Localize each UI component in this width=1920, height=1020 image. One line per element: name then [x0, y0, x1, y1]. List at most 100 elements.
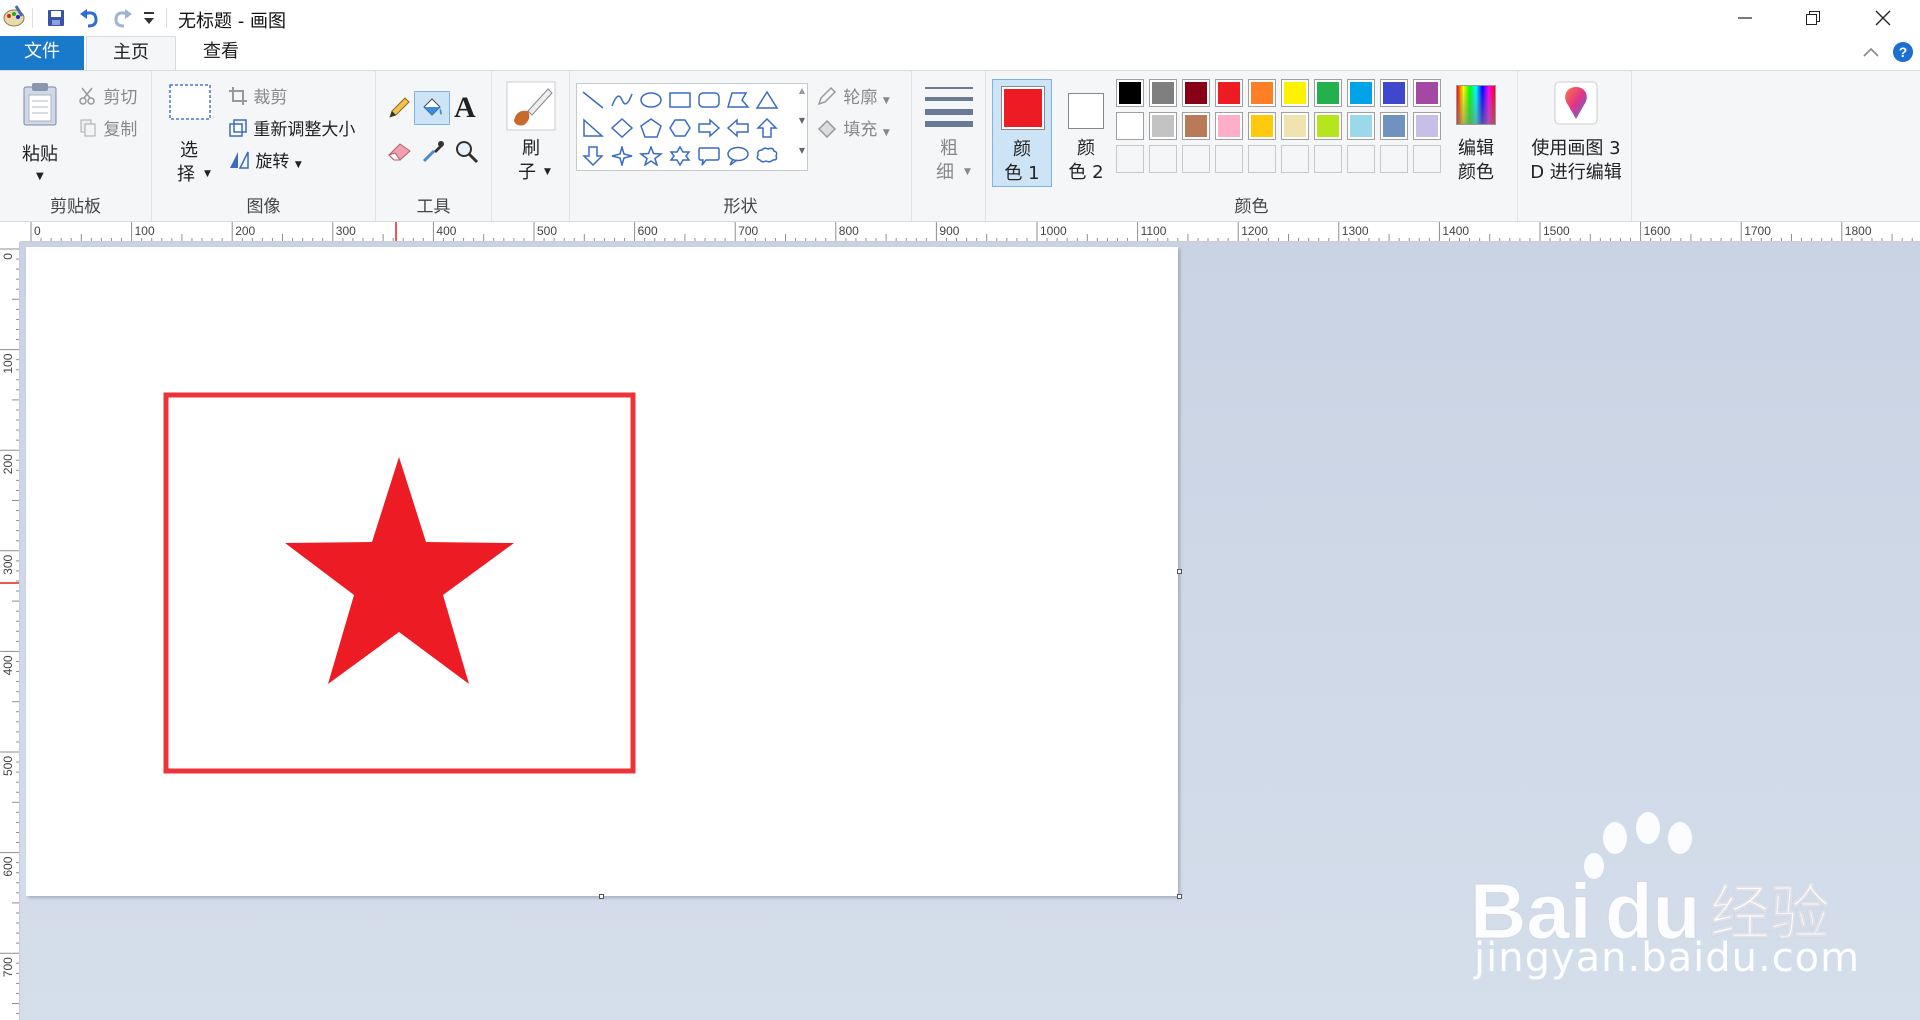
paste-button[interactable]: 粘贴 ▼ — [10, 79, 70, 189]
help-icon[interactable]: ? — [1892, 41, 1914, 68]
minimize-button[interactable] — [1710, 0, 1780, 36]
palette-swatch[interactable] — [1413, 79, 1441, 107]
eraser-icon[interactable] — [386, 139, 414, 168]
palette-swatch[interactable] — [1281, 145, 1309, 173]
color-1-button[interactable]: 颜 色 1 — [992, 79, 1052, 187]
palette-swatch[interactable] — [1248, 79, 1276, 107]
palette-swatch[interactable] — [1380, 145, 1408, 173]
close-button[interactable] — [1848, 0, 1918, 36]
palette-swatch[interactable] — [1182, 79, 1210, 107]
pencil-icon[interactable] — [386, 95, 412, 126]
customize-quick-access-icon[interactable] — [142, 10, 156, 31]
tab-file[interactable]: 文件 — [0, 36, 84, 70]
palette-swatch[interactable] — [1248, 112, 1276, 140]
up-arrow-shape-icon[interactable] — [753, 114, 781, 142]
outline-label: 轮廓 — [843, 88, 878, 108]
palette-swatch[interactable] — [1347, 112, 1375, 140]
palette-swatch[interactable] — [1314, 79, 1342, 107]
drawing-canvas[interactable] — [26, 247, 1178, 896]
palette-swatch[interactable] — [1314, 145, 1342, 173]
pentagon-shape-icon[interactable] — [637, 114, 665, 142]
outline-button[interactable]: 轮廓 ▼ — [816, 83, 890, 111]
palette-swatch[interactable] — [1149, 79, 1177, 107]
triangle-shape-icon[interactable] — [753, 86, 781, 114]
polygon-shape-icon[interactable] — [724, 86, 752, 114]
edit-colors-button[interactable]: 编辑 颜色 — [1448, 79, 1504, 189]
cloud-callout-shape-icon[interactable] — [753, 142, 781, 170]
palette-swatch[interactable] — [1149, 145, 1177, 173]
palette-swatch[interactable] — [1116, 145, 1144, 173]
select-button[interactable]: 选 择 ▼ — [164, 81, 214, 191]
palette-swatch[interactable] — [1281, 79, 1309, 107]
rounded-rectangle-shape-icon[interactable] — [695, 86, 723, 114]
size-button[interactable]: 粗 细 ▼ — [920, 79, 978, 189]
baidu-paw-logo: Bai du 经验 — [1470, 812, 1831, 956]
fill-bucket-icon[interactable] — [414, 91, 450, 125]
save-icon[interactable] — [46, 8, 66, 33]
copy-button[interactable]: 复制 — [78, 115, 137, 143]
palette-swatch[interactable] — [1413, 145, 1441, 173]
four-point-star-shape-icon[interactable] — [608, 142, 636, 170]
shapes-scroll-up-icon[interactable]: ▲ — [799, 86, 805, 95]
edit-with-paint3d-button[interactable]: 使用画图 3 D 进行编辑 — [1524, 79, 1628, 189]
diamond-shape-icon[interactable] — [608, 114, 636, 142]
oval-shape-icon[interactable] — [637, 86, 665, 114]
hexagon-shape-icon[interactable] — [666, 114, 694, 142]
fill-button[interactable]: 填充 ▼ — [816, 115, 890, 143]
right-triangle-shape-icon[interactable] — [579, 114, 607, 142]
five-point-star-shape-icon[interactable] — [637, 142, 665, 170]
rotate-button[interactable]: 旋转 ▼ — [228, 147, 302, 175]
canvas-resize-handle-right[interactable] — [1177, 569, 1182, 574]
colors-group-label: 颜色 — [1234, 197, 1269, 217]
down-arrow-shape-icon[interactable] — [579, 142, 607, 170]
undo-icon[interactable] — [78, 6, 102, 35]
resize-button[interactable]: 重新调整大小 — [228, 115, 355, 143]
brushes-button[interactable]: 刷 子 ▼ — [504, 79, 558, 189]
canvas-resize-handle-bottom[interactable] — [599, 894, 604, 899]
palette-swatch[interactable] — [1314, 112, 1342, 140]
palette-swatch[interactable] — [1116, 79, 1144, 107]
canvas-resize-handle-corner[interactable] — [1177, 894, 1182, 899]
crop-button[interactable]: 裁剪 — [228, 83, 287, 111]
palette-swatch[interactable] — [1116, 112, 1144, 140]
palette-swatch[interactable] — [1248, 145, 1276, 173]
left-arrow-shape-icon[interactable] — [724, 114, 752, 142]
restore-button[interactable] — [1778, 0, 1848, 36]
magnifier-icon[interactable] — [454, 139, 480, 170]
palette-swatch[interactable] — [1215, 112, 1243, 140]
palette-swatch[interactable] — [1149, 112, 1177, 140]
right-arrow-shape-icon[interactable] — [695, 114, 723, 142]
tab-home[interactable]: 主页 — [86, 36, 176, 70]
color-picker-icon[interactable] — [420, 139, 446, 170]
palette-swatch-color — [1383, 82, 1405, 104]
palette-swatch[interactable] — [1215, 145, 1243, 173]
text-tool-icon[interactable]: A — [454, 91, 476, 125]
palette-swatch[interactable] — [1215, 79, 1243, 107]
shapes-scroll-down-icon[interactable]: ▼ — [799, 116, 805, 125]
six-point-star-shape-icon[interactable] — [666, 142, 694, 170]
palette-swatch[interactable] — [1380, 79, 1408, 107]
oval-callout-shape-icon[interactable] — [724, 142, 752, 170]
palette-swatch[interactable] — [1347, 145, 1375, 173]
palette-swatch[interactable] — [1413, 112, 1441, 140]
palette-swatch-color — [1218, 82, 1240, 104]
palette-swatch[interactable] — [1182, 112, 1210, 140]
palette-swatch-color — [1350, 82, 1372, 104]
rounded-callout-shape-icon[interactable] — [695, 142, 723, 170]
rectangle-shape-icon[interactable] — [666, 86, 694, 114]
palette-swatch[interactable] — [1182, 145, 1210, 173]
palette-swatch[interactable] — [1347, 79, 1375, 107]
redo-icon[interactable] — [110, 6, 134, 35]
ruler-label: 300 — [1, 554, 15, 574]
select-label-line2: 择 — [177, 164, 195, 185]
palette-swatch[interactable] — [1380, 112, 1408, 140]
tab-view[interactable]: 查看 — [176, 36, 266, 70]
color-2-button[interactable]: 颜 色 2 — [1056, 79, 1116, 187]
cut-button[interactable]: 剪切 — [78, 83, 137, 111]
curve-shape-icon[interactable] — [608, 86, 636, 114]
palette-swatch[interactable] — [1281, 112, 1309, 140]
minimize-ribbon-icon[interactable] — [1862, 44, 1880, 64]
line-shape-icon[interactable] — [579, 86, 607, 114]
paint-app-icon[interactable] — [2, 4, 26, 33]
shapes-expand-icon[interactable]: ▼ — [799, 146, 805, 155]
